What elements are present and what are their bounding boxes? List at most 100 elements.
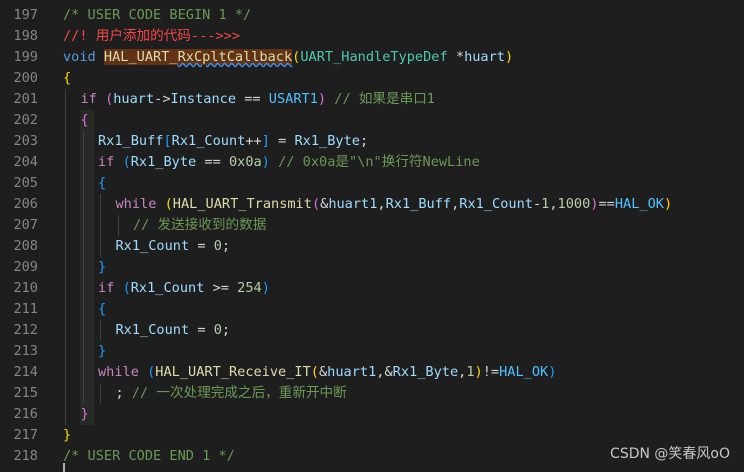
code-text[interactable]: Rx1_Count = 0; bbox=[116, 236, 231, 257]
code-line[interactable]: 215 ; // 一次处理完成之后，重新开中断 bbox=[0, 383, 744, 404]
code-token: ) bbox=[317, 91, 327, 107]
code-token: HAL_UART_Transmit bbox=[172, 196, 312, 212]
code-token: 1000 bbox=[557, 196, 591, 212]
code-text[interactable]: { bbox=[63, 68, 71, 89]
code-token: void bbox=[63, 49, 104, 65]
code-line[interactable]: 198 //! 用户添加的代码--->>> bbox=[0, 26, 744, 47]
code-token: } bbox=[98, 343, 107, 359]
code-token: 0 bbox=[213, 238, 222, 254]
code-line[interactable]: 212 Rx1_Count = 0; bbox=[0, 320, 744, 341]
code-token: = bbox=[189, 238, 214, 254]
code-token: RxCpltCallback bbox=[177, 49, 293, 65]
line-number: 213 bbox=[13, 343, 38, 359]
code-token: HAL_UART_ bbox=[103, 49, 178, 65]
code-token: // 一次处理完成之后，重新开中断 bbox=[131, 385, 347, 401]
code-line[interactable]: 208 Rx1_Count = 0; bbox=[0, 236, 744, 257]
code-line[interactable]: 211 { bbox=[0, 299, 744, 320]
code-text[interactable]: } bbox=[98, 257, 106, 278]
code-text[interactable]: Rx1_Buff[Rx1_Count++] = Rx1_Byte; bbox=[98, 131, 368, 152]
code-text[interactable]: Rx1_Count = 0; bbox=[116, 320, 231, 341]
code-line[interactable]: 203 Rx1_Buff[Rx1_Count++] = Rx1_Byte; bbox=[0, 131, 744, 152]
line-number: 218 bbox=[13, 448, 38, 464]
code-token: ; bbox=[221, 322, 231, 338]
line-number: 205 bbox=[13, 175, 38, 191]
code-text[interactable]: if (Rx1_Count >= 254) bbox=[98, 278, 270, 299]
code-token: ) bbox=[663, 196, 673, 212]
code-editor[interactable]: 197 /* USER CODE BEGIN 1 */ 198 //! 用户添加的代码… bbox=[0, 0, 744, 472]
code-token: while bbox=[115, 196, 165, 212]
code-text[interactable]: } bbox=[81, 404, 89, 425]
code-text[interactable]: /* USER CODE END 1 */ bbox=[63, 446, 235, 467]
code-line[interactable]: 213} bbox=[0, 341, 744, 362]
code-token: >= bbox=[204, 280, 238, 296]
code-token: Rx1_Byte bbox=[392, 364, 459, 380]
code-line[interactable]: 202 { bbox=[0, 110, 744, 131]
code-token: ; bbox=[221, 238, 231, 254]
code-token: == bbox=[236, 91, 269, 107]
code-token: & bbox=[318, 364, 328, 380]
code-text[interactable]: /* USER CODE BEGIN 1 */ bbox=[63, 5, 251, 26]
code-token: == bbox=[598, 196, 615, 212]
code-token: Rx1_Count bbox=[115, 238, 190, 254]
code-line[interactable]: 210 if (Rx1_Count >= 254) bbox=[0, 278, 744, 299]
code-text[interactable]: //! 用户添加的代码--->>> bbox=[63, 26, 240, 47]
code-line[interactable]: 200 { bbox=[0, 68, 744, 89]
code-text[interactable]: if (Rx1_Byte == 0x0a) // 0x0a是"\n"换行符New… bbox=[98, 152, 480, 173]
line-number: 214 bbox=[13, 364, 38, 380]
line-number: 211 bbox=[13, 301, 38, 317]
code-token: { bbox=[98, 175, 107, 191]
line-number: 208 bbox=[13, 238, 38, 254]
code-token: Rx1_Count bbox=[130, 280, 205, 296]
line-number: 217 bbox=[13, 427, 38, 443]
code-text[interactable]: } bbox=[98, 341, 106, 362]
code-line[interactable]: 205 { bbox=[0, 173, 744, 194]
code-token: Rx1_Count bbox=[171, 133, 246, 149]
code-text[interactable]: // 发送接收到的数据 bbox=[133, 215, 266, 236]
code-text[interactable]: } bbox=[63, 425, 71, 446]
line-number: 215 bbox=[13, 385, 38, 401]
line-number: 216 bbox=[13, 406, 38, 422]
code-text[interactable]: if (huart->Instance == USART1) // 如果是串口1 bbox=[81, 89, 435, 110]
code-line[interactable]: 216} bbox=[0, 404, 744, 425]
code-token: = bbox=[189, 322, 214, 338]
code-text[interactable]: { bbox=[81, 110, 89, 131]
code-token: = bbox=[269, 133, 295, 149]
code-token: 1 bbox=[466, 364, 475, 380]
code-text[interactable]: while (HAL_UART_Receive_IT(&huart1,&Rx1_… bbox=[98, 362, 556, 383]
code-text[interactable]: void HAL_UART_RxCpltCallback(UART_Handle… bbox=[63, 47, 513, 68]
code-line[interactable]: 197 /* USER CODE BEGIN 1 */ bbox=[0, 5, 744, 26]
code-token: if bbox=[98, 154, 123, 170]
code-token: HAL_OK bbox=[499, 364, 549, 380]
code-line[interactable]: 199 void HAL_UART_RxCpltCallback(UART_Han… bbox=[0, 47, 744, 68]
code-token: ) bbox=[474, 364, 483, 380]
code-token: huart bbox=[113, 91, 155, 107]
code-line[interactable]: 204 if (Rx1_Byte == 0x0a) // 0x0a是"\n"换行符… bbox=[0, 152, 744, 173]
code-text[interactable]: ; // 一次处理完成之后，重新开中断 bbox=[116, 383, 347, 404]
code-token: ( bbox=[122, 154, 131, 170]
code-token: - bbox=[532, 196, 542, 212]
code-text[interactable]: { bbox=[98, 299, 106, 320]
code-text[interactable]: { bbox=[98, 173, 106, 194]
code-line[interactable]: 206 while (HAL_UART_Transmit(&huart1,Rx1_… bbox=[0, 194, 744, 215]
code-token: ( bbox=[122, 280, 131, 296]
watermark: CSDN @笑春风oO bbox=[610, 446, 730, 462]
line-number: 212 bbox=[13, 322, 38, 338]
code-line[interactable]: 214 while (HAL_UART_Receive_IT(&huart1,&R… bbox=[0, 362, 744, 383]
code-token: //! 用户添加的代码--->>> bbox=[63, 28, 240, 44]
code-token: while bbox=[98, 364, 148, 380]
code-token: ++ bbox=[245, 133, 262, 149]
code-token: ( bbox=[310, 364, 319, 380]
code-token: * bbox=[447, 49, 465, 65]
code-token: ( bbox=[164, 196, 173, 212]
code-text[interactable]: while (HAL_UART_Transmit(&huart1,Rx1_Buf… bbox=[116, 194, 673, 215]
line-number: 207 bbox=[13, 217, 38, 233]
code-token: 0 bbox=[213, 322, 222, 338]
code-token: Rx1_Byte bbox=[130, 154, 197, 170]
code-line[interactable]: 209} bbox=[0, 257, 744, 278]
code-token: ) bbox=[504, 49, 514, 65]
code-line[interactable]: 207 // 发送接收到的数据 bbox=[0, 215, 744, 236]
code-token: [ bbox=[163, 133, 172, 149]
code-token: if bbox=[98, 280, 123, 296]
code-token: HAL_UART_Receive_IT bbox=[155, 364, 311, 380]
code-line[interactable]: 201 if (huart->Instance == USART1) // 如果是… bbox=[0, 89, 744, 110]
